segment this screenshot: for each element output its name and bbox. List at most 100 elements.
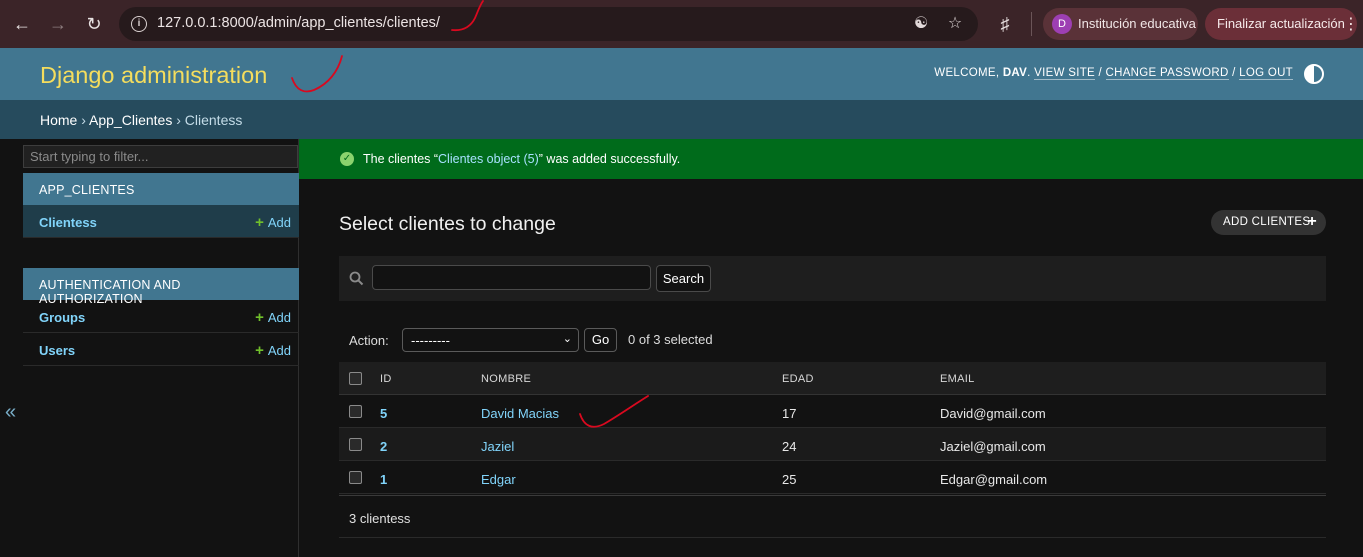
- row-id-link[interactable]: 2: [380, 439, 387, 454]
- plus-icon: +: [255, 214, 264, 231]
- user-tools: WELCOME, DAV. VIEW SITE / CHANGE PASSWOR…: [934, 67, 1293, 80]
- action-selected-value: ---------: [411, 333, 450, 348]
- row-edad: 17: [782, 406, 797, 421]
- add-groups-link[interactable]: + Add: [255, 309, 291, 326]
- back-arrow-icon[interactable]: ←: [10, 12, 34, 36]
- table-row: 2 Jaziel 24 Jaziel@gmail.com: [339, 428, 1326, 461]
- action-counter: 0 of 3 selected: [628, 332, 713, 347]
- column-header-edad[interactable]: EDAD: [782, 373, 814, 385]
- result-list-table: ID NOMBRE EDAD EMAIL 5 David Macias 17 D…: [339, 362, 1326, 494]
- sidebar-item-groups[interactable]: Groups + Add: [23, 300, 299, 333]
- row-checkbox[interactable]: [349, 471, 362, 484]
- breadcrumb-home[interactable]: Home: [40, 112, 77, 128]
- row-checkbox[interactable]: [349, 405, 362, 418]
- sidebar-item-label[interactable]: Clientess: [39, 215, 97, 230]
- add-clientes-button[interactable]: ADD CLIENTES +: [1211, 210, 1326, 235]
- extensions-icon[interactable]: ♯: [993, 12, 1017, 36]
- breadcrumb: Home › App_Clientes › Clientess: [0, 100, 1363, 139]
- plus-icon: +: [255, 342, 264, 359]
- plus-icon: +: [255, 309, 264, 326]
- column-header-email[interactable]: EMAIL: [940, 373, 975, 385]
- collapse-chevron-icon[interactable]: «: [5, 401, 16, 424]
- log-out-link[interactable]: LOG OUT: [1239, 67, 1293, 80]
- go-button[interactable]: Go: [584, 328, 617, 352]
- add-button-label: ADD CLIENTES: [1223, 216, 1311, 228]
- breadcrumb-current: Clientess: [184, 112, 243, 128]
- row-edad: 24: [782, 439, 797, 454]
- row-nombre-link[interactable]: Edgar: [481, 472, 516, 487]
- sidebar-collapse-toggle[interactable]: «: [0, 139, 22, 557]
- success-message-text: The clientes “Clientes object (5)” was a…: [363, 152, 680, 166]
- sidebar-item-label[interactable]: Users: [39, 343, 75, 358]
- chevron-down-icon: ⌄: [562, 333, 572, 345]
- row-id-link[interactable]: 1: [380, 472, 387, 487]
- site-branding[interactable]: Django administration: [40, 62, 267, 89]
- action-label: Action:: [349, 333, 389, 348]
- row-checkbox[interactable]: [349, 438, 362, 451]
- add-clientess-link[interactable]: + Add: [255, 214, 291, 231]
- actions-bar: Action: --------- ⌄ Go 0 of 3 selected: [339, 324, 1326, 358]
- breadcrumb-separator: ›: [176, 112, 181, 128]
- added-object-link[interactable]: Clientes object (5): [438, 152, 539, 166]
- username: DAV: [1002, 67, 1028, 79]
- site-header: Django administration WELCOME, DAV. VIEW…: [0, 48, 1363, 100]
- module-caption-auth[interactable]: AUTHENTICATION AND AUTHORIZATION: [23, 268, 299, 306]
- success-check-icon: ✓: [340, 152, 354, 166]
- address-bar[interactable]: i 127.0.0.1:8000/admin/app_clientes/clie…: [119, 7, 978, 41]
- sidebar-item-label[interactable]: Groups: [39, 310, 85, 325]
- add-label: Add: [267, 343, 291, 358]
- search-toolbar: Search: [339, 256, 1326, 301]
- sidebar-item-clientess[interactable]: Clientess + Add: [23, 205, 299, 238]
- breadcrumb-separator: ›: [81, 112, 86, 128]
- browser-toolbar: ← → ↻ i 127.0.0.1:8000/admin/app_cliente…: [0, 0, 1363, 48]
- table-row: 5 David Macias 17 David@gmail.com: [339, 395, 1326, 428]
- forward-arrow-icon[interactable]: →: [46, 12, 70, 36]
- search-input[interactable]: [372, 265, 651, 290]
- row-id-link[interactable]: 5: [380, 406, 387, 421]
- nav-sidebar: Start typing to filter... APP_CLIENTES C…: [22, 139, 299, 557]
- site-info-icon[interactable]: i: [131, 16, 147, 32]
- table-row: 1 Edgar 25 Edgar@gmail.com: [339, 461, 1326, 494]
- more-menu-icon[interactable]: ⋮: [1343, 14, 1359, 34]
- avatar: D: [1052, 14, 1072, 34]
- change-password-link[interactable]: CHANGE PASSWORD: [1105, 67, 1229, 80]
- table-header: ID NOMBRE EDAD EMAIL: [339, 362, 1326, 395]
- breadcrumb-app[interactable]: App_Clientes: [89, 112, 172, 128]
- column-header-id[interactable]: ID: [380, 373, 392, 385]
- profile-name: Institución educativa: [1078, 16, 1196, 31]
- column-header-nombre[interactable]: NOMBRE: [481, 373, 531, 385]
- add-label: Add: [267, 310, 291, 325]
- action-select[interactable]: --------- ⌄: [402, 328, 579, 352]
- row-email: Edgar@gmail.com: [940, 472, 1048, 487]
- toolbar-divider: [1031, 12, 1032, 36]
- row-nombre-link[interactable]: Jaziel: [481, 439, 514, 454]
- module-caption-app-clientes[interactable]: APP_CLIENTES: [23, 173, 299, 205]
- message-prefix: The clientes “: [363, 152, 439, 166]
- search-icon: [349, 271, 365, 287]
- plus-icon: +: [1307, 213, 1317, 230]
- sidebar-filter-input[interactable]: Start typing to filter...: [23, 145, 298, 168]
- profile-button[interactable]: D Institución educativa: [1043, 8, 1198, 40]
- success-message: ✓ The clientes “Clientes object (5)” was…: [299, 139, 1363, 179]
- paginator: 3 clientess: [339, 495, 1326, 538]
- welcome-text: WELCOME,: [934, 67, 1000, 79]
- translate-icon[interactable]: ☯: [911, 14, 931, 34]
- search-button[interactable]: Search: [656, 265, 711, 292]
- bookmark-star-icon[interactable]: ☆: [945, 14, 965, 34]
- page-title: Select clientes to change: [339, 213, 556, 235]
- row-edad: 25: [782, 472, 797, 487]
- select-all-checkbox[interactable]: [349, 372, 362, 385]
- add-users-link[interactable]: + Add: [255, 342, 291, 359]
- sidebar-item-users[interactable]: Users + Add: [23, 333, 299, 366]
- view-site-link[interactable]: VIEW SITE: [1034, 67, 1095, 80]
- url-text[interactable]: 127.0.0.1:8000/admin/app_clientes/client…: [157, 15, 440, 31]
- message-suffix: ” was added successfully.: [538, 152, 681, 166]
- update-label: Finalizar actualización: [1217, 16, 1345, 31]
- update-button[interactable]: Finalizar actualización ⋮: [1205, 8, 1359, 40]
- theme-toggle-icon[interactable]: [1304, 64, 1324, 84]
- add-label: Add: [267, 215, 291, 230]
- row-email: David@gmail.com: [940, 406, 1046, 421]
- row-email: Jaziel@gmail.com: [940, 439, 1046, 454]
- reload-icon[interactable]: ↻: [82, 12, 106, 36]
- row-nombre-link[interactable]: David Macias: [481, 406, 559, 421]
